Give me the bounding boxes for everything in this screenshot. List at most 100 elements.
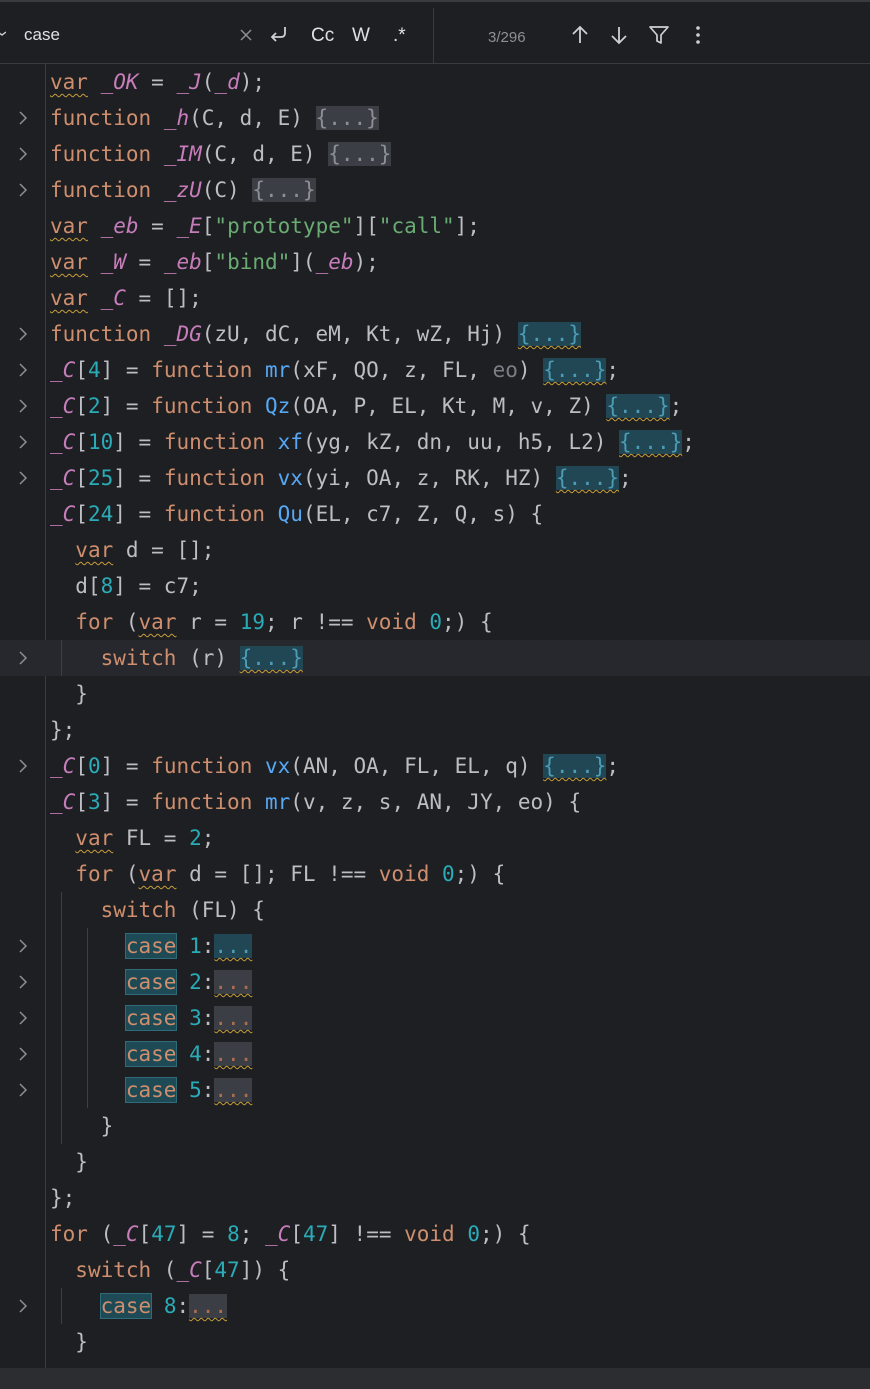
code-line[interactable]: _C[25] = function vx(yi, OA, z, RK, HZ) … bbox=[0, 460, 870, 496]
chevron-right-icon[interactable] bbox=[18, 100, 32, 136]
filter-icon[interactable] bbox=[646, 22, 672, 48]
folded-region[interactable]: ... bbox=[214, 1042, 253, 1066]
folded-region[interactable]: ... bbox=[214, 934, 253, 958]
folded-region[interactable]: ... bbox=[214, 1078, 253, 1102]
code-token: 8 bbox=[163, 1294, 177, 1318]
chevron-right-icon[interactable] bbox=[18, 316, 32, 352]
code-token: 2 bbox=[189, 826, 202, 850]
return-icon[interactable] bbox=[266, 22, 292, 48]
code-token: [ bbox=[75, 754, 88, 778]
folded-region[interactable]: ... bbox=[214, 1006, 253, 1030]
code-line[interactable]: }; bbox=[0, 712, 870, 748]
search-input[interactable] bbox=[24, 25, 224, 45]
code-token: ] = bbox=[113, 466, 164, 490]
chevron-right-icon[interactable] bbox=[18, 352, 32, 388]
chevron-right-icon[interactable] bbox=[18, 1072, 32, 1108]
folded-region[interactable]: {...} bbox=[543, 754, 607, 778]
code-text: } bbox=[50, 1144, 88, 1180]
code-line[interactable]: switch (FL) { bbox=[0, 892, 870, 928]
folded-region[interactable]: {...} bbox=[619, 430, 683, 454]
chevron-right-icon[interactable] bbox=[18, 1288, 32, 1324]
folded-region[interactable]: ... bbox=[189, 1294, 228, 1318]
chevron-right-icon[interactable] bbox=[18, 388, 32, 424]
folded-region[interactable]: {...} bbox=[555, 466, 620, 490]
code-token: 3 bbox=[87, 790, 101, 814]
code-editor[interactable]: var _OK = _J(_d); function _h(C, d, E) {.… bbox=[0, 64, 870, 1369]
folded-region[interactable]: {...} bbox=[606, 394, 670, 418]
code-token: switch bbox=[100, 646, 177, 670]
more-vertical-icon[interactable] bbox=[685, 22, 711, 48]
code-line[interactable]: function _zU(C) {...} bbox=[0, 172, 870, 208]
arrow-up-icon[interactable] bbox=[567, 22, 593, 48]
code-token: _C bbox=[50, 358, 76, 382]
code-line[interactable]: for (var d = []; FL !== void 0;) { bbox=[0, 856, 870, 892]
code-token: function bbox=[151, 790, 253, 814]
match-case-toggle[interactable]: Cc bbox=[311, 25, 334, 47]
code-token: = bbox=[138, 70, 177, 94]
horizontal-scrollbar[interactable] bbox=[0, 1368, 870, 1389]
folded-region[interactable]: {...} bbox=[328, 142, 392, 166]
regex-toggle[interactable]: .* bbox=[393, 25, 406, 47]
code-line[interactable]: _C[2] = function Qz(OA, P, EL, Kt, M, v,… bbox=[0, 388, 870, 424]
code-line[interactable]: _C[0] = function vx(AN, OA, FL, EL, q) {… bbox=[0, 748, 870, 784]
chevron-right-icon[interactable] bbox=[18, 1000, 32, 1036]
code-line[interactable]: } bbox=[0, 1324, 870, 1360]
code-token: [ bbox=[290, 1222, 303, 1246]
code-line[interactable]: d[8] = c7; bbox=[0, 568, 870, 604]
arrow-down-icon[interactable] bbox=[606, 22, 632, 48]
code-line[interactable]: case 4:... bbox=[0, 1036, 870, 1072]
code-token: function bbox=[151, 394, 253, 418]
code-token: function bbox=[50, 142, 152, 166]
code-line[interactable]: var _W = _eb["bind"](_eb); bbox=[0, 244, 870, 280]
code-line[interactable]: function _IM(C, d, E) {...} bbox=[0, 136, 870, 172]
code-line[interactable]: function _h(C, d, E) {...} bbox=[0, 100, 870, 136]
code-text: function _DG(zU, dC, eM, Kt, wZ, Hj) {..… bbox=[50, 316, 582, 352]
chevron-right-icon[interactable] bbox=[18, 1036, 32, 1072]
folded-region[interactable]: ... bbox=[214, 970, 253, 994]
code-line[interactable]: _C[24] = function Qu(EL, c7, Z, Q, s) { bbox=[0, 496, 870, 532]
chevron-right-icon[interactable] bbox=[18, 460, 32, 496]
code-token: function bbox=[151, 358, 253, 382]
code-line[interactable]: function _DG(zU, dC, eM, Kt, wZ, Hj) {..… bbox=[0, 316, 870, 352]
code-line[interactable]: case 8:... bbox=[0, 1288, 870, 1324]
code-line[interactable]: case 5:... bbox=[0, 1072, 870, 1108]
code-line[interactable]: case 2:... bbox=[0, 964, 870, 1000]
code-token: (v, z, s, AN, JY, eo) { bbox=[290, 790, 582, 814]
code-line[interactable]: var d = []; bbox=[0, 532, 870, 568]
chevron-down-icon[interactable] bbox=[0, 26, 6, 40]
code-line[interactable]: switch (r) {...} bbox=[0, 640, 870, 676]
code-line[interactable]: case 3:... bbox=[0, 1000, 870, 1036]
code-line[interactable]: } bbox=[0, 1108, 870, 1144]
code-text: switch (FL) { bbox=[50, 892, 265, 928]
chevron-right-icon[interactable] bbox=[18, 424, 32, 460]
code-line[interactable]: _C[10] = function xf(yg, kZ, dn, uu, h5,… bbox=[0, 424, 870, 460]
chevron-right-icon[interactable] bbox=[18, 640, 32, 676]
code-line[interactable]: for (var r = 19; r !== void 0;) { bbox=[0, 604, 870, 640]
code-line[interactable]: var _C = []; bbox=[0, 280, 870, 316]
code-line[interactable]: var _eb = _E["prototype"]["call"]; bbox=[0, 208, 870, 244]
code-token: ( bbox=[113, 610, 139, 634]
chevron-right-icon[interactable] bbox=[18, 172, 32, 208]
close-icon[interactable] bbox=[233, 22, 259, 48]
code-line[interactable]: } bbox=[0, 1144, 870, 1180]
folded-region[interactable]: {...} bbox=[315, 106, 379, 130]
words-toggle[interactable]: W bbox=[352, 25, 370, 47]
code-line[interactable]: var FL = 2; bbox=[0, 820, 870, 856]
code-line[interactable]: case 1:... bbox=[0, 928, 870, 964]
code-line[interactable]: _C[4] = function mr(xF, QO, z, FL, eo) {… bbox=[0, 352, 870, 388]
folded-region[interactable]: {...} bbox=[252, 178, 316, 202]
folded-region[interactable]: {...} bbox=[239, 646, 303, 670]
code-line[interactable]: for (_C[47] = 8; _C[47] !== void 0;) { bbox=[0, 1216, 870, 1252]
chevron-right-icon[interactable] bbox=[18, 748, 32, 784]
code-line[interactable]: switch (_C[47]) { bbox=[0, 1252, 870, 1288]
code-line[interactable]: }; bbox=[0, 1180, 870, 1216]
folded-region[interactable]: {...} bbox=[517, 322, 582, 346]
code-line[interactable]: _C[3] = function mr(v, z, s, AN, JY, eo)… bbox=[0, 784, 870, 820]
code-line[interactable]: } bbox=[0, 676, 870, 712]
chevron-right-icon[interactable] bbox=[18, 964, 32, 1000]
chevron-right-icon[interactable] bbox=[18, 136, 32, 172]
code-line[interactable]: var _OK = _J(_d); bbox=[0, 64, 870, 100]
chevron-right-icon[interactable] bbox=[18, 928, 32, 964]
folded-region[interactable]: {...} bbox=[543, 358, 607, 382]
